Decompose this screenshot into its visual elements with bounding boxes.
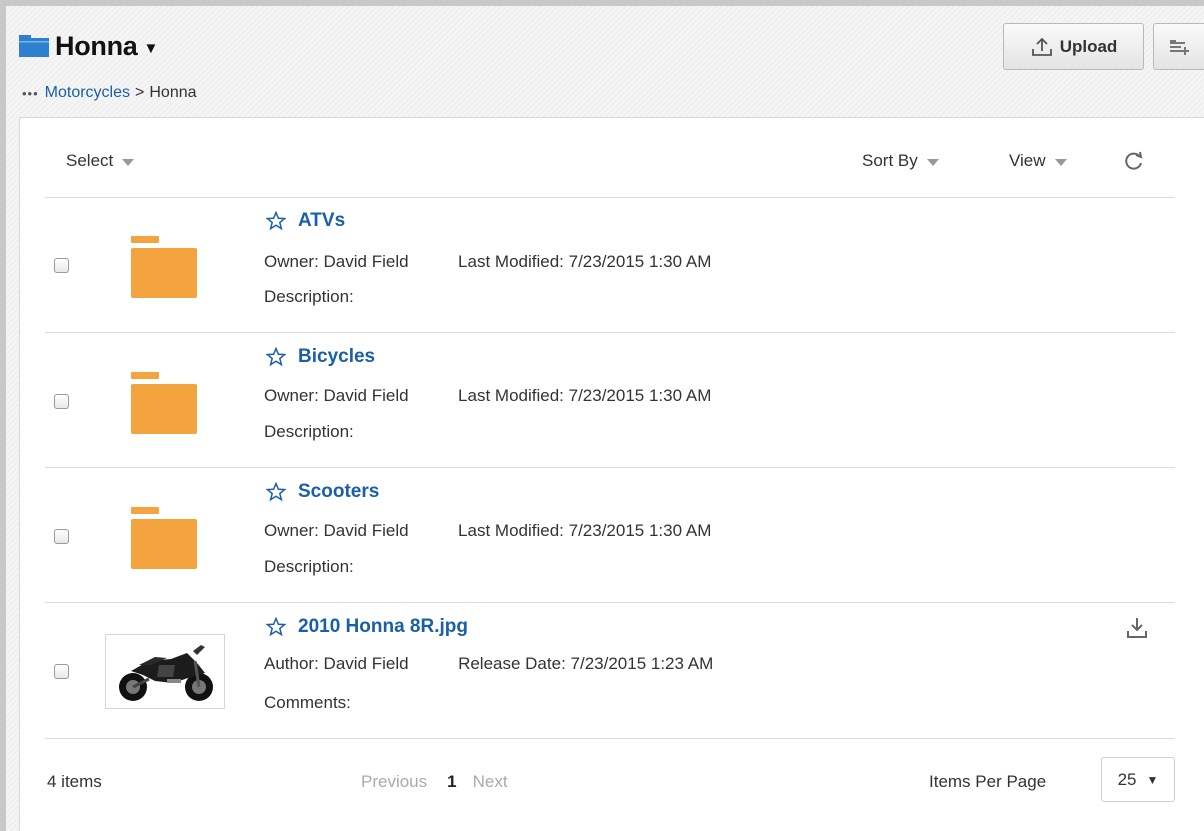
item-count: 4 items <box>47 772 102 791</box>
modified-label: Last Modified: <box>458 521 564 540</box>
modified-value: 7/23/2015 1:30 AM <box>568 386 712 405</box>
title-dropdown-icon[interactable]: ▼ <box>144 40 159 57</box>
items-per-page-value: 25 <box>1117 769 1137 789</box>
next-page-link[interactable]: Next <box>473 772 508 792</box>
item-name-link[interactable]: Bicycles <box>298 346 375 368</box>
release-date-label: Release Date: <box>458 654 566 673</box>
modified-value: 7/23/2015 1:30 AM <box>568 521 712 540</box>
items-per-page-select[interactable]: 25 ▼ <box>1101 757 1175 802</box>
breadcrumb: ••• Motorcycles > Honna <box>22 84 197 102</box>
divider <box>45 332 1175 333</box>
pagination: Previous 1 Next <box>361 772 508 792</box>
folder-title-row[interactable]: Honna ▼ <box>19 28 158 64</box>
page-title: Honna <box>55 30 138 61</box>
owner-label: Owner: <box>264 521 319 540</box>
modified-value: 7/23/2015 1:30 AM <box>568 252 712 271</box>
row-checkbox[interactable] <box>54 529 69 544</box>
view-label: View <box>1009 151 1046 170</box>
select-label: Select <box>66 151 114 170</box>
breadcrumb-separator: > <box>135 84 145 101</box>
items-per-page-label: Items Per Page <box>929 772 1047 791</box>
description-label: Description: <box>264 422 354 441</box>
item-meta-line: Owner: David Field Last Modified: 7/23/2… <box>264 252 711 272</box>
owner-value: David Field <box>323 386 409 405</box>
item-name-link[interactable]: ATVs <box>298 210 345 232</box>
new-folder-button[interactable] <box>1153 23 1204 70</box>
refresh-icon[interactable] <box>1123 149 1145 173</box>
owner-label: Owner: <box>264 252 319 271</box>
upload-icon <box>1031 37 1052 56</box>
folder-icon <box>131 236 197 298</box>
favorite-star-icon[interactable] <box>266 617 286 637</box>
owner-value: David Field <box>323 252 409 271</box>
upload-button[interactable]: Upload <box>1003 23 1144 70</box>
breadcrumb-link-motorcycles[interactable]: Motorcycles <box>45 84 130 102</box>
list-item: 2010 Honna 8R.jpg Author: David Field Re… <box>45 604 1175 739</box>
folder-icon <box>131 372 197 434</box>
item-meta-line: Author: David Field Release Date: 7/23/2… <box>264 654 713 674</box>
row-checkbox[interactable] <box>54 394 69 409</box>
download-icon[interactable] <box>1125 616 1149 640</box>
previous-page-link[interactable]: Previous <box>361 772 427 792</box>
sort-by-menu[interactable]: Sort By <box>862 151 939 171</box>
motorcycle-thumbnail-image <box>119 644 213 701</box>
view-menu[interactable]: View <box>1009 151 1067 171</box>
divider <box>45 602 1175 603</box>
select-menu[interactable]: Select <box>66 151 135 171</box>
folder-icon <box>19 35 49 57</box>
description-label: Description: <box>264 557 354 576</box>
breadcrumb-overflow-icon[interactable]: ••• <box>22 86 39 101</box>
item-meta-line: Owner: David Field Last Modified: 7/23/2… <box>264 386 711 406</box>
breadcrumb-current: Honna <box>149 84 197 101</box>
sort-by-label: Sort By <box>862 151 918 170</box>
current-page-number[interactable]: 1 <box>447 772 456 792</box>
favorite-star-icon[interactable] <box>266 211 286 231</box>
folder-icon <box>131 507 197 569</box>
owner-label: Owner: <box>264 386 319 405</box>
item-meta-line: Owner: David Field Last Modified: 7/23/2… <box>264 521 711 541</box>
divider <box>45 738 1175 739</box>
comments-label: Comments: <box>264 693 351 712</box>
upload-label: Upload <box>1059 36 1118 56</box>
list-item: ATVs Owner: David Field Last Modified: 7… <box>45 198 1175 333</box>
row-checkbox[interactable] <box>54 258 69 273</box>
item-name-link[interactable]: Scooters <box>298 481 379 503</box>
divider <box>45 467 1175 468</box>
image-thumbnail[interactable] <box>105 634 225 709</box>
modified-label: Last Modified: <box>458 386 564 405</box>
add-folder-icon <box>1170 39 1189 55</box>
favorite-star-icon[interactable] <box>266 347 286 367</box>
owner-value: David Field <box>323 521 409 540</box>
list-item: Bicycles Owner: David Field Last Modifie… <box>45 334 1175 469</box>
author-label: Author: <box>264 654 319 673</box>
sort-caret-icon <box>926 158 939 166</box>
list-item: Scooters Owner: David Field Last Modifie… <box>45 469 1175 604</box>
author-value: David Field <box>323 654 409 673</box>
modified-label: Last Modified: <box>458 252 564 271</box>
release-date-value: 7/23/2015 1:23 AM <box>570 654 714 673</box>
row-checkbox[interactable] <box>54 664 69 679</box>
select-caret-icon <box>122 158 135 166</box>
chevron-down-icon: ▼ <box>1146 772 1159 787</box>
description-label: Description: <box>264 287 354 306</box>
item-name-link[interactable]: 2010 Honna 8R.jpg <box>298 616 468 638</box>
view-caret-icon <box>1054 158 1067 166</box>
favorite-star-icon[interactable] <box>266 482 286 502</box>
